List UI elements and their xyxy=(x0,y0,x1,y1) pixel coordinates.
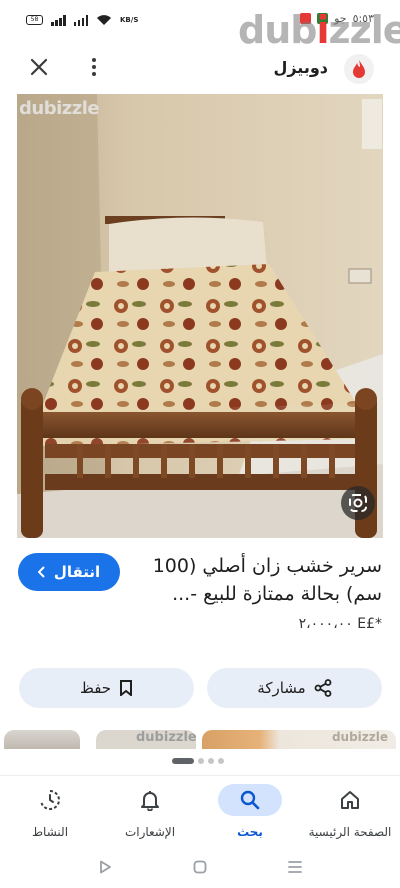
nav-activity[interactable]: النشاط xyxy=(0,776,100,846)
save-label: حفظ xyxy=(79,679,112,697)
listing-image[interactable]: dubizzle xyxy=(17,94,383,538)
bed-photo xyxy=(17,94,383,538)
search-icon xyxy=(218,784,282,816)
nav-search[interactable]: بحث xyxy=(200,776,300,846)
site-name: دوبيزل xyxy=(273,58,328,77)
related-thumbnail[interactable]: dubizzle xyxy=(96,730,197,749)
listing-title[interactable]: سرير خشب زان أصلي (100 سم) بحالة ممتازة … xyxy=(137,552,382,608)
related-thumbnail[interactable]: dubizzle xyxy=(202,730,396,749)
signal-icon xyxy=(51,14,66,26)
visit-label: انتقال xyxy=(53,563,101,581)
battery-icon: 58 xyxy=(26,15,43,25)
nav-activity-label: النشاط xyxy=(31,825,69,839)
network-speed: KB/S xyxy=(120,16,139,24)
nav-home[interactable]: الصفحة الرئيسية xyxy=(300,776,400,846)
chevron-left-icon xyxy=(37,566,45,578)
related-results-strip[interactable]: dubizzle dubizzle xyxy=(0,730,400,749)
nav-notifications-label: الإشعارات xyxy=(124,825,176,839)
back-icon[interactable] xyxy=(94,856,116,878)
activity-icon xyxy=(18,784,82,816)
nav-search-label: بحث xyxy=(237,825,263,839)
page-indicator xyxy=(172,758,224,764)
wifi-icon xyxy=(97,15,111,25)
share-label: مشاركة xyxy=(257,679,306,697)
signal-icon-2 xyxy=(73,14,88,26)
app-bar: دوبيزل xyxy=(0,44,400,90)
related-thumbnail[interactable] xyxy=(4,730,80,749)
bell-icon xyxy=(118,784,182,816)
nav-notifications[interactable]: الإشعارات xyxy=(100,776,200,846)
share-icon xyxy=(314,679,332,697)
system-navigation-bar xyxy=(0,846,400,888)
flame-icon xyxy=(353,60,365,78)
close-icon[interactable] xyxy=(26,54,52,80)
recents-icon[interactable] xyxy=(284,856,306,878)
more-vert-icon[interactable] xyxy=(84,54,104,80)
bookmark-icon xyxy=(120,680,133,696)
site-logo xyxy=(344,54,374,84)
share-button[interactable]: مشاركة xyxy=(207,668,382,708)
visit-button[interactable]: انتقال xyxy=(18,553,120,591)
listing-price: *£E ٢،٠٠٠،٠٠ xyxy=(298,616,382,632)
nav-home-label: الصفحة الرئيسية xyxy=(308,825,392,839)
image-watermark: dubizzle xyxy=(19,98,100,119)
screen: 58 KB/S جو ٥:٥٣ dubizzle دوبيزل dubizzle… xyxy=(0,0,400,888)
home-icon xyxy=(318,784,382,816)
save-button[interactable]: حفظ xyxy=(19,668,194,708)
home-button-icon[interactable] xyxy=(189,856,211,878)
bottom-navigation: الصفحة الرئيسية بحث الإشعارات النشاط xyxy=(0,775,400,845)
google-lens-icon[interactable] xyxy=(341,486,375,520)
